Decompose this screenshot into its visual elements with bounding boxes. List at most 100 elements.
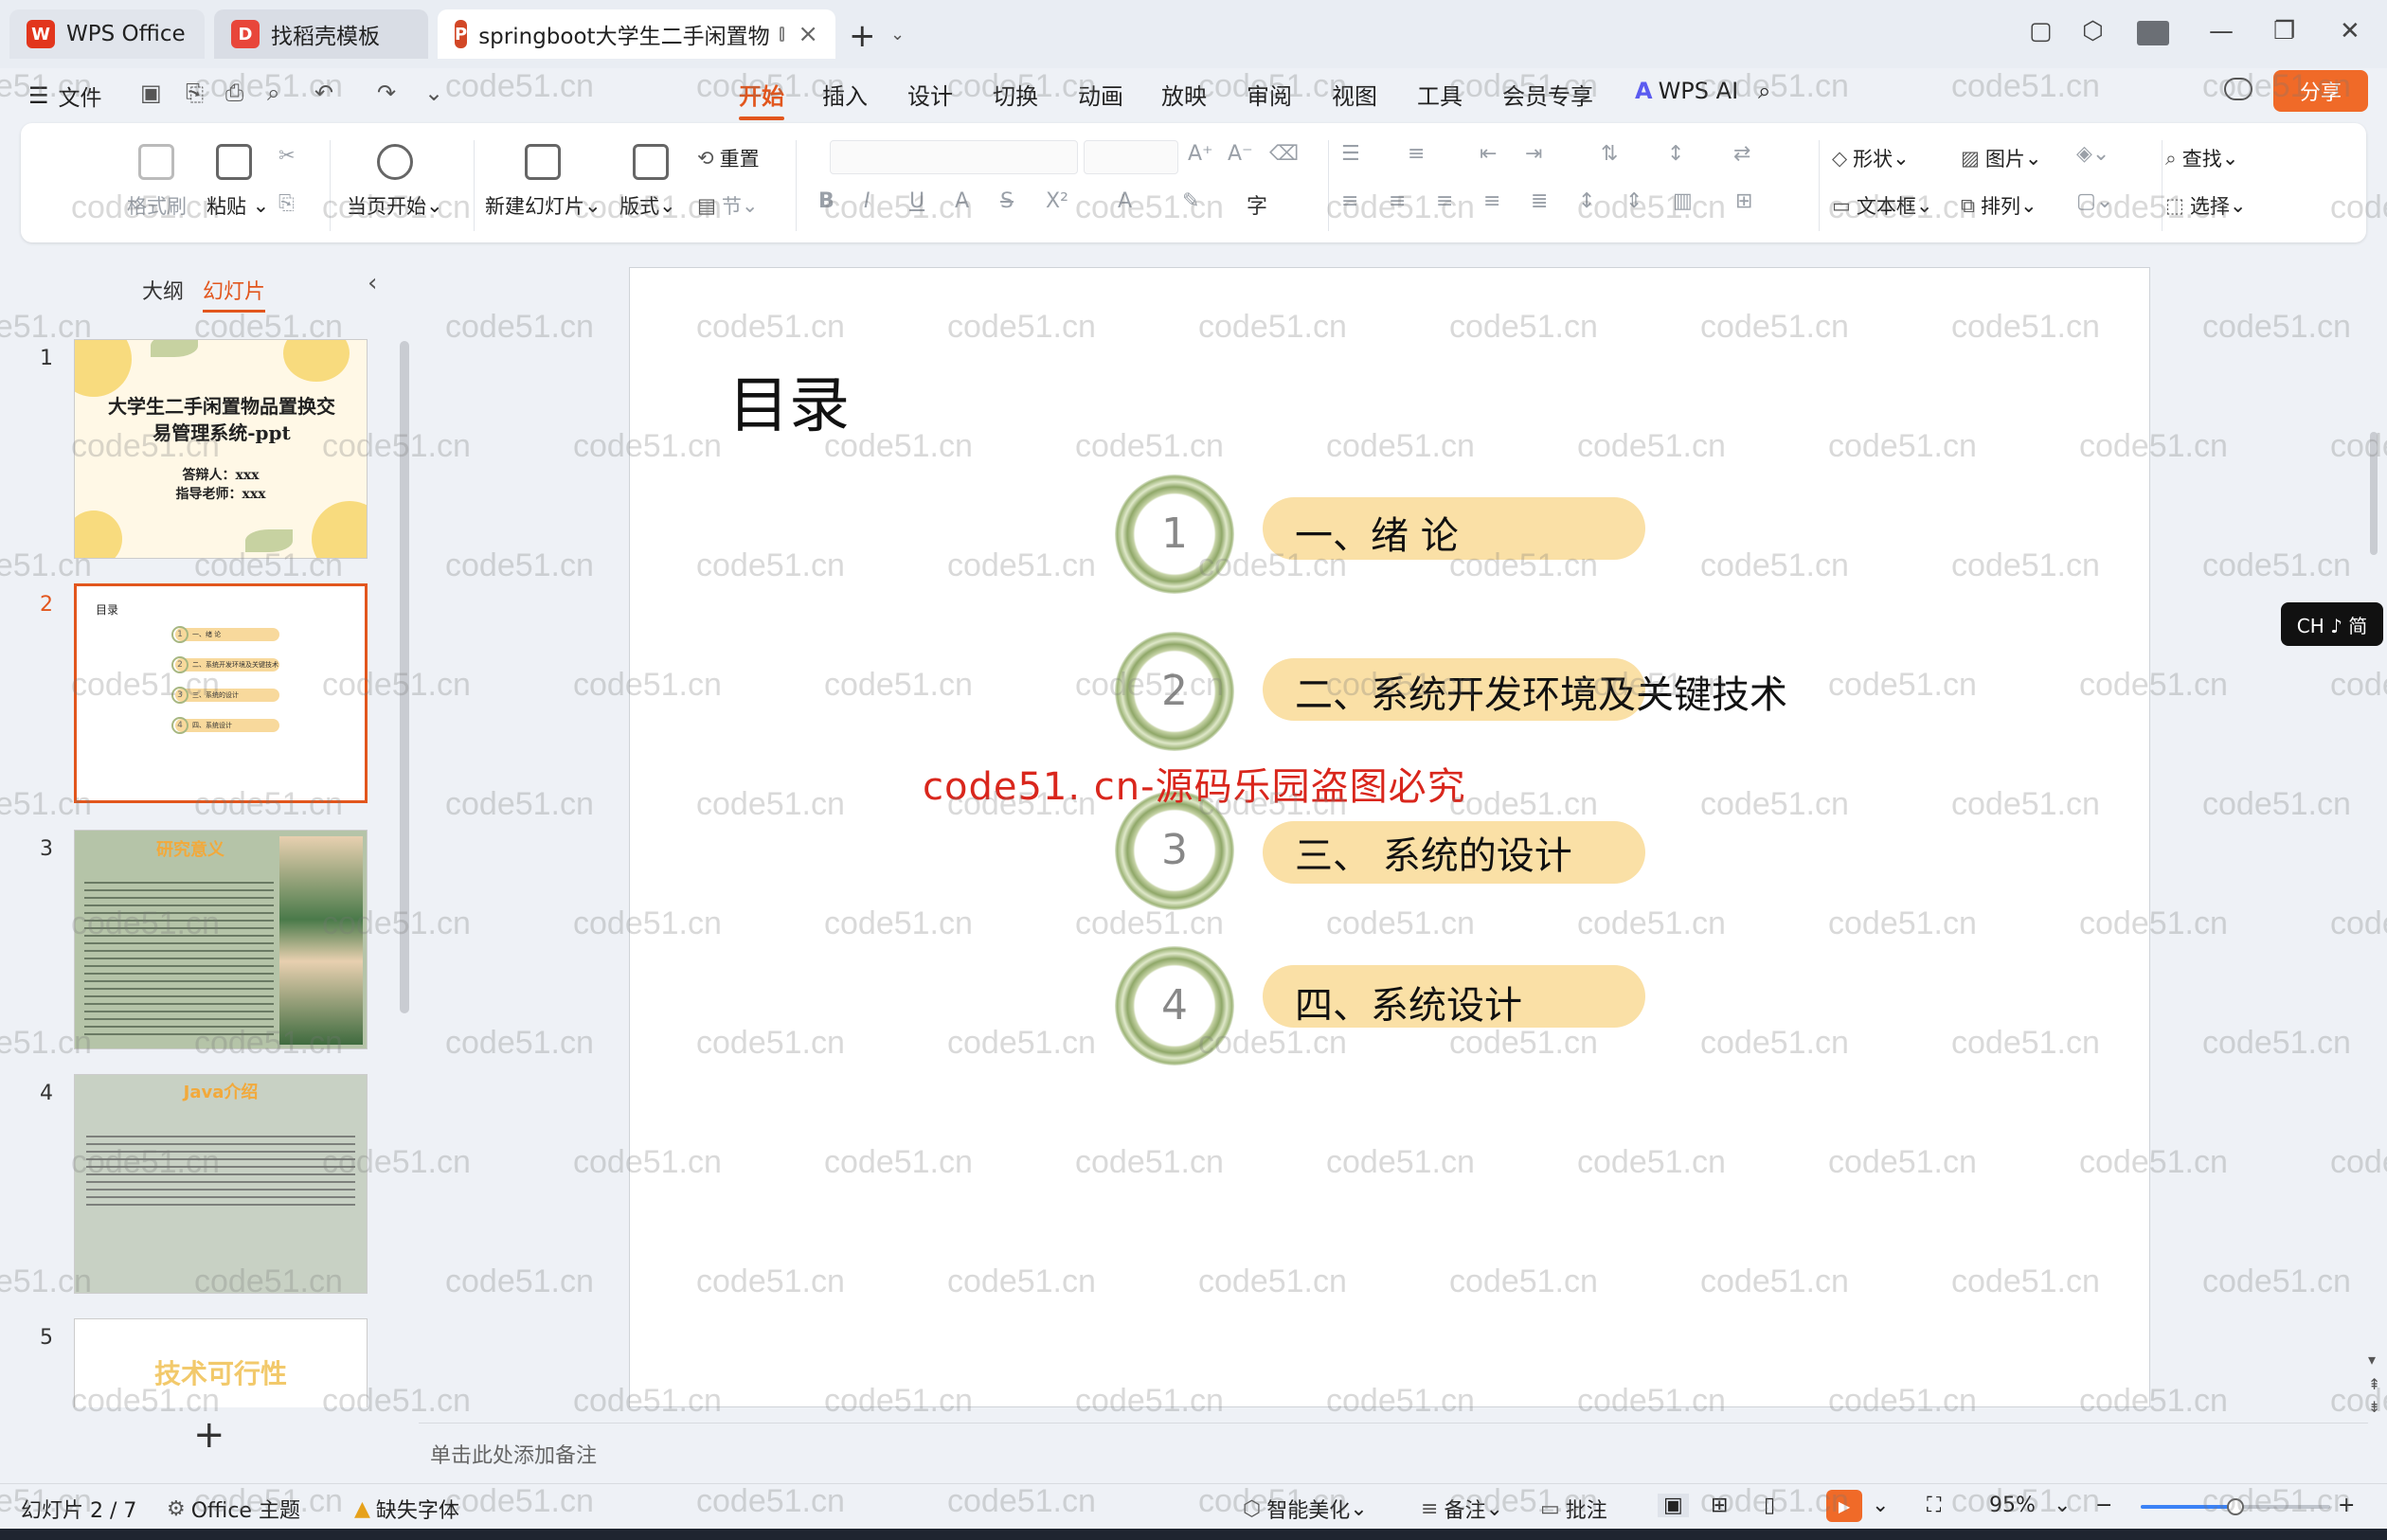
prev-slide-icon[interactable]: ⇞	[2368, 1375, 2380, 1393]
menu-slideshow[interactable]: 放映	[1161, 78, 1207, 111]
zoom-in-icon[interactable]: +	[2338, 1494, 2355, 1517]
new-slide-button[interactable]: 新建幻灯片 ⌄	[485, 191, 601, 220]
play-slideshow-icon[interactable]: ▶	[1826, 1490, 1862, 1522]
tablet-icon[interactable]: ▢	[2029, 17, 2053, 45]
tab-wps-office[interactable]: W WPS Office	[9, 9, 205, 59]
menu-home[interactable]: 开始	[739, 78, 784, 120]
chevron-down-icon[interactable]: ⌄	[2054, 1494, 2071, 1517]
print-preview-icon[interactable]: ⌕	[267, 80, 279, 106]
slide-title[interactable]: 目录	[728, 357, 850, 444]
save-icon[interactable]: ▣	[140, 80, 162, 106]
paragraph-spacing-icon[interactable]: ⇕	[1625, 189, 1642, 213]
superscript-icon[interactable]: X²	[1046, 189, 1068, 213]
current-slide[interactable]: 目录 1 一、绪 论 2 二、系统开发环境及关键技术 3 三、 系统的设计 4 …	[629, 267, 2150, 1407]
paste-button[interactable]: 粘贴 ⌄	[206, 191, 269, 220]
highlight-icon[interactable]: ✎	[1182, 189, 1199, 213]
canvas-scrollbar[interactable]	[2370, 432, 2378, 555]
copy-icon[interactable]: ⎘	[278, 191, 295, 215]
line-spacing-icon[interactable]: ↕	[1578, 189, 1595, 213]
shape-button[interactable]: ◇ 形状 ⌄	[1832, 144, 1910, 172]
shadow-icon[interactable]: A	[955, 189, 969, 213]
layout-button[interactable]: 版式 ⌄	[619, 191, 676, 220]
zoom-slider-handle[interactable]	[2227, 1498, 2244, 1515]
scroll-down-icon[interactable]: ▾	[2368, 1351, 2376, 1369]
redo-icon[interactable]: ↷	[377, 80, 396, 106]
chevron-down-icon[interactable]: ⌄	[424, 80, 443, 106]
tab-template[interactable]: D 找稻壳模板	[214, 9, 428, 59]
zoom-slider[interactable]	[2141, 1498, 2330, 1515]
font-color-icon[interactable]: A	[1118, 189, 1132, 213]
zoom-out-icon[interactable]: −	[2095, 1494, 2112, 1517]
align-center-icon[interactable]: ≡	[1389, 189, 1406, 213]
panel-scrollbar[interactable]	[400, 341, 409, 1013]
text-align-icon[interactable]: ⊞	[1735, 189, 1752, 213]
slide-thumbnail-1[interactable]: 大学生二手闲置物品置换交易管理系统-ppt 答辩人：xxx 指导老师：xxx	[74, 339, 368, 559]
phonetic-icon[interactable]: 字	[1247, 189, 1267, 220]
find-button[interactable]: ⌕ 查找 ⌄	[2165, 144, 2238, 172]
outline-icon[interactable]: ▢⌄	[2076, 189, 2113, 213]
underline-icon[interactable]: U	[909, 189, 924, 213]
notes-pane[interactable]: 单击此处添加备注	[419, 1423, 2368, 1477]
close-window-icon[interactable]: ✕	[2340, 17, 2360, 45]
menu-member[interactable]: 会员专享	[1502, 78, 1593, 111]
close-tab-icon[interactable]: ×	[798, 20, 818, 48]
convert-icon[interactable]: ⇄	[1733, 142, 1750, 166]
slide-thumbnail-2[interactable]: 目录 一、绪 论 1 二、系统开发环境及关键技术 2 三、系统的设计 3 四、系…	[74, 583, 368, 803]
normal-view-icon[interactable]: ▣	[1658, 1494, 1689, 1517]
next-slide-icon[interactable]: ⇟	[2368, 1398, 2380, 1416]
tab-outline[interactable]: 大纲	[142, 275, 184, 305]
menu-view[interactable]: 视图	[1332, 78, 1377, 111]
toc-label[interactable]: 四、系统设计	[1295, 975, 1522, 1030]
avatar[interactable]	[2137, 21, 2169, 45]
justify-icon[interactable]: ≡	[1483, 189, 1500, 213]
clear-format-icon[interactable]: ⌫	[1269, 142, 1299, 166]
text-direction-icon[interactable]: ⇅	[1601, 142, 1618, 166]
slide-thumbnail-4[interactable]: Java介绍	[74, 1074, 368, 1294]
cloud-icon[interactable]	[2224, 78, 2252, 100]
comment-button[interactable]: ▭ 批注	[1540, 1494, 1607, 1524]
minimize-icon[interactable]: —	[2209, 17, 2234, 45]
cut-icon[interactable]: ✂	[278, 144, 296, 167]
theme-button[interactable]: ⚙ Office 主题	[167, 1494, 300, 1524]
file-menu[interactable]: ☰ 文件	[28, 80, 102, 112]
fit-window-icon[interactable]: ⛶	[1927, 1494, 1941, 1517]
share-button[interactable]: 分享	[2273, 70, 2368, 112]
align-right-icon[interactable]: ≡	[1436, 189, 1453, 213]
toc-label[interactable]: 二、系统开发环境及关键技术	[1295, 664, 1787, 719]
increase-indent-icon[interactable]: ⇥	[1525, 142, 1542, 166]
format-painter-button[interactable]: 格式刷	[127, 191, 187, 220]
decrease-font-icon[interactable]: A⁻	[1228, 142, 1253, 166]
tab-presentation[interactable]: P springboot大学生二手闲置物 ×	[438, 9, 835, 59]
decrease-indent-icon[interactable]: ⇤	[1480, 142, 1497, 166]
column-icon[interactable]: ▥	[1673, 189, 1693, 213]
search-icon[interactable]: ⌕	[1758, 78, 1770, 104]
textbox-button[interactable]: ▭ 文本框 ⌄	[1832, 191, 1932, 220]
export-icon[interactable]: ⎘	[186, 80, 204, 106]
maximize-icon[interactable]: ❐	[2273, 17, 2295, 45]
wps-ai-button[interactable]: A WPS AI	[1635, 78, 1738, 104]
chevron-down-icon[interactable]: ⌄	[890, 25, 905, 45]
sorter-view-icon[interactable]: ⊞	[1711, 1494, 1728, 1517]
ime-indicator[interactable]: CH ♪ 简	[2281, 602, 2383, 646]
missing-font-button[interactable]: ▲ 缺失字体	[354, 1494, 459, 1524]
chevron-down-icon[interactable]: ⌄	[1872, 1494, 1889, 1517]
slide-thumbnail-5[interactable]: 技术可行性	[74, 1318, 368, 1407]
new-tab-icon[interactable]: +	[849, 17, 876, 55]
increase-font-icon[interactable]: A⁺	[1188, 142, 1213, 166]
menu-animation[interactable]: 动画	[1078, 78, 1123, 111]
select-button[interactable]: ⬚ 选择 ⌄	[2165, 191, 2246, 220]
print-icon[interactable]: ⎙	[225, 80, 243, 106]
menu-transition[interactable]: 切换	[993, 78, 1038, 111]
menu-design[interactable]: 设计	[907, 78, 953, 111]
strikethrough-icon[interactable]: S	[1000, 189, 1014, 213]
cube-icon[interactable]: ⬡	[2082, 17, 2104, 45]
toc-label[interactable]: 一、绪 论	[1295, 505, 1459, 560]
section-button[interactable]: ▤ 节 ⌄	[697, 191, 758, 220]
undo-icon[interactable]: ↶	[314, 80, 333, 106]
slide-thumbnail-3[interactable]: 研究意义	[74, 830, 368, 1049]
reading-view-icon[interactable]: ▯	[1764, 1494, 1775, 1517]
align-left-icon[interactable]: ≡	[1341, 189, 1358, 213]
numbered-list-icon[interactable]: ≡	[1408, 142, 1425, 166]
sort-icon[interactable]: ↕	[1667, 142, 1684, 166]
picture-button[interactable]: ▨ 图片 ⌄	[1961, 144, 2041, 172]
